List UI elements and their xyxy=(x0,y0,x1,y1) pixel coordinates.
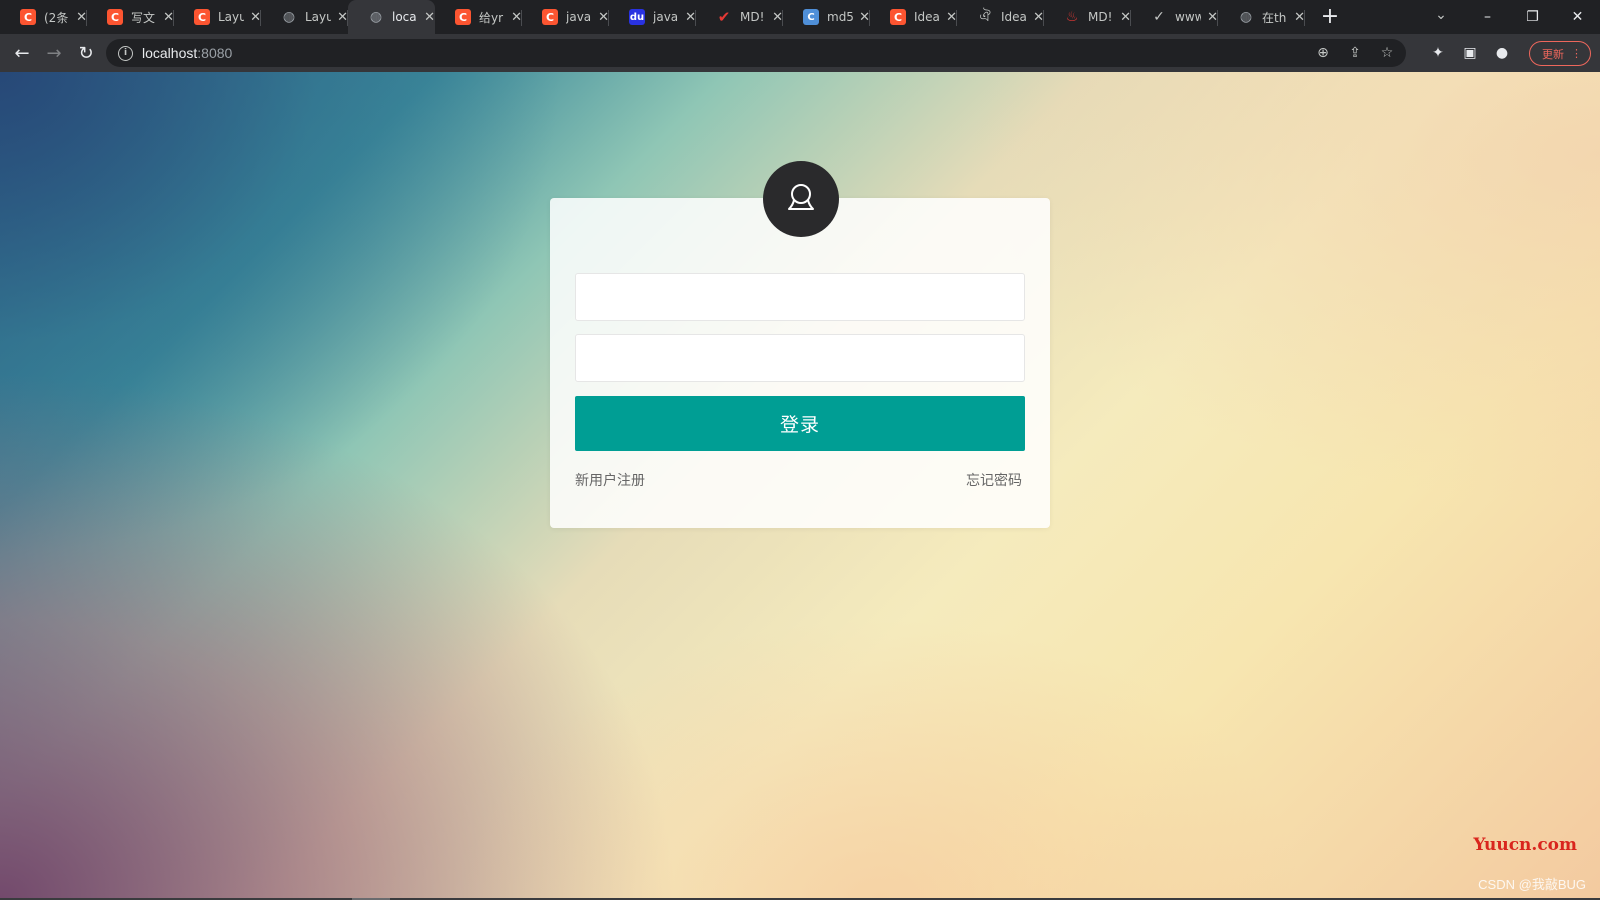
globe-icon: ◍ xyxy=(1239,9,1253,25)
close-tab-icon[interactable]: ✕ xyxy=(1294,10,1305,25)
url-host: localhost xyxy=(142,45,198,61)
site-watermark: Yuucn.com xyxy=(1473,835,1577,855)
tab-title: (2条 xyxy=(44,10,69,25)
csdn-icon: C xyxy=(20,9,36,25)
close-tab-icon[interactable]: ✕ xyxy=(424,10,435,25)
tab-title: www xyxy=(1175,10,1202,24)
browser-tab[interactable]: C java ✕ xyxy=(522,0,609,34)
update-button[interactable]: 更新 ⋮ xyxy=(1529,41,1591,66)
browser-tab[interactable]: C Idea ✕ xyxy=(870,0,957,34)
tab-title: 写文 xyxy=(131,10,156,25)
browser-toolbar: ← → ↻ i localhost:8080 ⊕ ⇪ ☆ ✦ ▣ ● 更新 ⋮ xyxy=(0,34,1600,72)
close-tab-icon[interactable]: ✕ xyxy=(511,10,522,25)
browser-tab[interactable]: C Layu ✕ xyxy=(174,0,261,34)
url-port: :8080 xyxy=(197,45,233,61)
csdn-icon: C xyxy=(542,9,558,25)
globe-icon: ◍ xyxy=(369,9,383,25)
tab-title: java xyxy=(653,10,679,24)
close-tab-icon[interactable]: ✕ xyxy=(1033,10,1044,25)
csdn-icon: C xyxy=(455,9,471,25)
reload-icon[interactable]: ↻ xyxy=(70,43,102,64)
browser-tab[interactable]: ◍ Layu ✕ xyxy=(261,0,348,34)
csdn-icon: C xyxy=(194,9,210,25)
tab-title: 给yr xyxy=(479,10,504,25)
extensions-puzzle-icon[interactable]: ✦ xyxy=(1428,45,1448,61)
browser-tab[interactable]: ◍ 在th ✕ xyxy=(1218,0,1305,34)
address-bar[interactable]: i localhost:8080 ⊕ ⇪ ☆ xyxy=(106,39,1406,67)
close-tab-icon[interactable]: ✕ xyxy=(598,10,609,25)
page-viewport: 登录 新用户注册 忘记密码 Yuucn.com CSDN @我敲BUG xyxy=(0,72,1600,900)
kebab-menu-icon: ⋮ xyxy=(1571,47,1582,60)
toolbar-actions: ✦ ▣ ● xyxy=(1428,34,1512,72)
tab-title: java xyxy=(566,10,592,24)
close-tab-icon[interactable]: ✕ xyxy=(859,10,870,25)
username-input[interactable] xyxy=(575,273,1025,321)
browser-tab[interactable]: ✓ www ✕ xyxy=(1131,0,1218,34)
csdn-icon: C xyxy=(890,9,906,25)
close-tab-icon[interactable]: ✕ xyxy=(163,10,174,25)
share-icon[interactable]: ⇪ xyxy=(1346,45,1364,61)
browser-tab[interactable]: ✔ MD! ✕ xyxy=(696,0,783,34)
globe-icon: ◍ xyxy=(282,9,296,25)
tab-title: loca xyxy=(392,10,417,24)
password-input[interactable] xyxy=(575,334,1025,382)
browser-tab[interactable]: du java ✕ xyxy=(609,0,696,34)
tab-search-chevron-icon[interactable]: ⌄ xyxy=(1426,0,1456,34)
restore-icon[interactable]: ❐ xyxy=(1510,9,1555,25)
register-link[interactable]: 新用户注册 xyxy=(575,470,645,490)
md5-icon: C xyxy=(803,9,819,25)
minimize-icon[interactable]: – xyxy=(1465,9,1510,25)
author-watermark: CSDN @我敲BUG xyxy=(1478,877,1586,892)
close-tab-icon[interactable]: ✕ xyxy=(1207,10,1218,25)
baidu-icon: du xyxy=(629,9,645,25)
close-tab-icon[interactable]: ✕ xyxy=(76,10,87,25)
browser-tab[interactable]: ♨ MD! ✕ xyxy=(1044,0,1131,34)
update-label: 更新 xyxy=(1542,47,1564,61)
url-text[interactable]: localhost:8080 xyxy=(142,45,232,61)
browser-tab-active[interactable]: ◍ loca ✕ xyxy=(348,0,435,34)
login-button[interactable]: 登录 xyxy=(575,396,1025,451)
tab-title: Layu xyxy=(305,10,332,24)
zoom-icon[interactable]: ⊕ xyxy=(1314,45,1332,61)
close-tab-icon[interactable]: ✕ xyxy=(337,10,348,25)
close-tab-icon[interactable]: ✕ xyxy=(685,10,696,25)
back-arrow-icon[interactable]: ← xyxy=(6,43,38,64)
close-tab-icon[interactable]: ✕ xyxy=(946,10,957,25)
close-tab-icon[interactable]: ✕ xyxy=(250,10,261,25)
close-tab-icon[interactable]: ✕ xyxy=(1120,10,1131,25)
forgot-password-link[interactable]: 忘记密码 xyxy=(966,470,1022,490)
tab-title: MD! xyxy=(1088,10,1113,24)
browser-tab[interactable]: C 写文 ✕ xyxy=(87,0,174,34)
omnibox-actions: ⊕ ⇪ ☆ xyxy=(1314,39,1396,67)
browser-tab[interactable]: C 给yr ✕ xyxy=(435,0,522,34)
fire-icon: ♨ xyxy=(1065,9,1079,25)
close-window-icon[interactable]: ✕ xyxy=(1555,9,1600,25)
tick-icon: ✓ xyxy=(1153,9,1165,25)
idea-icon: ঐ xyxy=(979,9,991,25)
tab-title: md5 xyxy=(827,10,854,24)
csdn-icon: C xyxy=(107,9,123,25)
avatar xyxy=(763,161,839,237)
tab-title: Idea xyxy=(1001,10,1027,24)
profile-icon[interactable]: ● xyxy=(1492,45,1512,61)
window-controls: – ❐ ✕ xyxy=(1465,0,1600,34)
forward-arrow-icon[interactable]: → xyxy=(38,43,70,64)
close-tab-icon[interactable]: ✕ xyxy=(772,10,783,25)
browser-tab[interactable]: C (2条 ✕ xyxy=(0,0,87,34)
tab-strip: C (2条 ✕ C 写文 ✕ C Layu ✕ ◍ Layu ✕ ◍ loca … xyxy=(0,0,1600,34)
new-tab-button[interactable]: + xyxy=(1315,0,1345,34)
tab-title: MD! xyxy=(740,10,765,24)
site-info-icon[interactable]: i xyxy=(118,45,133,61)
bookmark-star-icon[interactable]: ☆ xyxy=(1378,45,1396,61)
tab-title: 在th xyxy=(1262,10,1287,25)
browser-tab[interactable]: C md5 ✕ xyxy=(783,0,870,34)
check-icon: ✔ xyxy=(717,8,731,26)
side-panel-icon[interactable]: ▣ xyxy=(1460,45,1480,61)
tab-title: Layu xyxy=(218,10,245,24)
tab-title: Idea xyxy=(914,10,940,24)
browser-tab[interactable]: ঐ Idea ✕ xyxy=(957,0,1044,34)
user-icon xyxy=(788,184,814,210)
